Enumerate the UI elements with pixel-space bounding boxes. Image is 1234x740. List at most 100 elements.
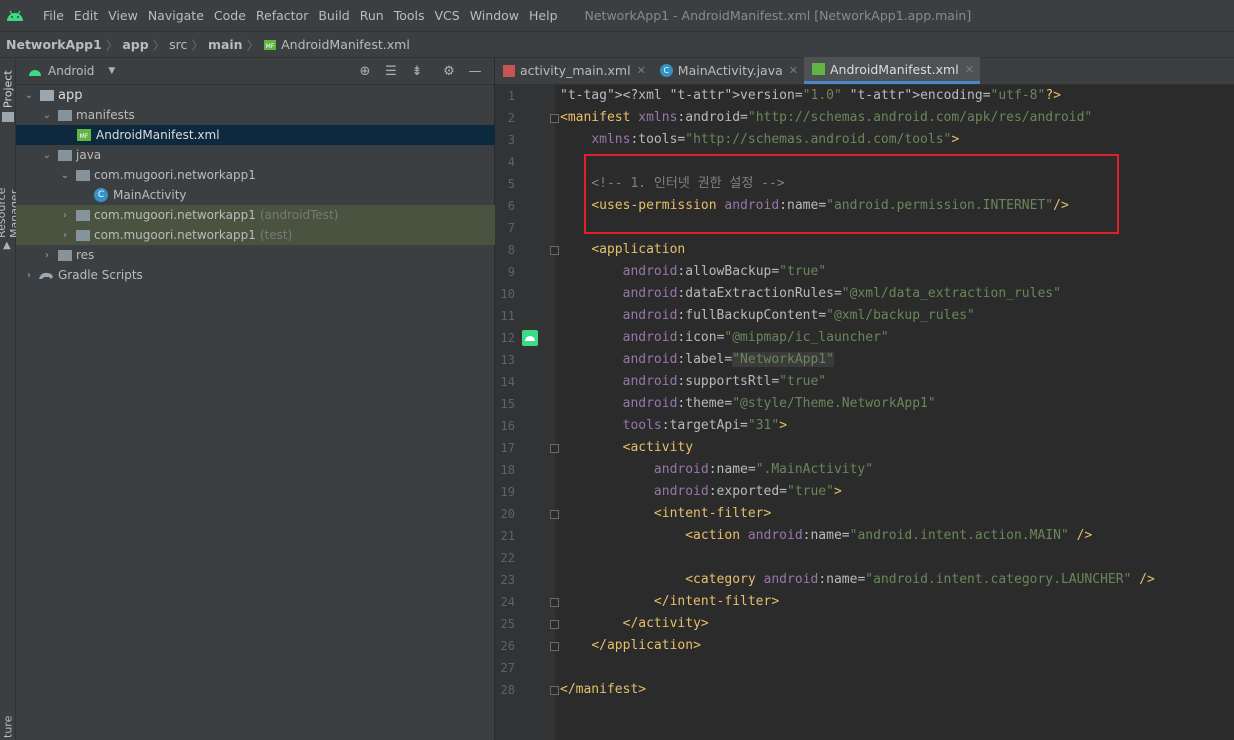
line-number: 3 <box>507 133 515 147</box>
tree-item-res[interactable]: › res <box>16 245 495 265</box>
line-number: 9 <box>507 265 515 279</box>
chevron-down-icon[interactable]: ⌄ <box>40 110 54 121</box>
structure-tool-tab[interactable]: ture <box>0 714 16 740</box>
code-line[interactable]: "t-tag"><?xml "t-attr">version="1.0" "t-… <box>560 85 1061 107</box>
project-tool-tab[interactable]: Project <box>0 66 16 112</box>
code-line[interactable]: </application> <box>560 635 701 657</box>
breadcrumb-main[interactable]: main <box>208 37 243 52</box>
tab-mainactivity[interactable]: C MainActivity.java ✕ <box>652 57 804 84</box>
close-icon[interactable]: ✕ <box>965 63 974 76</box>
chevron-down-icon[interactable]: ▼ <box>108 66 115 76</box>
project-panel-header: Android ▼ ⊕ ☰ ⇟ ⚙ — <box>16 58 494 85</box>
tree-item-androidmanifest[interactable]: MF AndroidManifest.xml <box>16 125 495 145</box>
manifest-file-icon <box>811 63 825 75</box>
editor: activity_main.xml ✕ C MainActivity.java … <box>495 57 1234 740</box>
code-line[interactable]: android:allowBackup="true" <box>560 261 827 283</box>
menu-code[interactable]: Code <box>214 8 246 23</box>
folder-icon <box>58 109 72 121</box>
menu-help[interactable]: Help <box>529 8 558 23</box>
select-opened-file-icon[interactable]: ⊕ <box>352 64 378 79</box>
code-line[interactable]: <category android:name="android.intent.c… <box>560 569 1155 591</box>
code-line[interactable]: </manifest> <box>560 679 646 701</box>
breadcrumb-separator: 〉 <box>191 38 204 53</box>
menu-file[interactable]: File <box>43 8 64 23</box>
menu-navigate[interactable]: Navigate <box>148 8 204 23</box>
menu-vcs[interactable]: VCS <box>435 8 460 23</box>
line-number: 10 <box>500 287 515 301</box>
menu-build[interactable]: Build <box>318 8 349 23</box>
hide-icon[interactable]: — <box>462 64 488 79</box>
chevron-right-icon[interactable]: › <box>58 210 72 221</box>
project-panel: Android ▼ ⊕ ☰ ⇟ ⚙ — ⌄ app ⌄ manifests MF… <box>16 58 495 740</box>
tree-item-package-test[interactable]: › com.mugoori.networkapp1 (test) <box>16 225 495 245</box>
code-line[interactable]: android:supportsRtl="true" <box>560 371 827 393</box>
line-number: 12 <box>500 331 515 345</box>
tree-item-suffix: (test) <box>259 228 293 242</box>
breadcrumb-file[interactable]: AndroidManifest.xml <box>281 37 410 52</box>
collapse-all-icon[interactable]: ⇟ <box>404 64 430 79</box>
tree-item-label: com.mugoori.networkapp1 <box>94 228 256 242</box>
code-line[interactable]: </activity> <box>560 613 709 635</box>
chevron-right-icon[interactable]: › <box>58 230 72 241</box>
expand-all-icon[interactable]: ☰ <box>378 64 404 79</box>
menu-run[interactable]: Run <box>360 8 384 23</box>
chevron-down-icon[interactable]: ⌄ <box>40 150 54 161</box>
menu-refactor[interactable]: Refactor <box>256 8 308 23</box>
code-line[interactable]: <application <box>560 239 685 261</box>
android-studio-logo-icon <box>2 0 28 31</box>
tree-item-manifests[interactable]: ⌄ manifests <box>16 105 495 125</box>
tab-label: AndroidManifest.xml <box>829 61 959 77</box>
chevron-right-icon[interactable]: › <box>40 250 54 261</box>
menu-view[interactable]: View <box>108 8 138 23</box>
code-line[interactable]: android:icon="@mipmap/ic_launcher" <box>560 327 889 349</box>
code-line[interactable]: <manifest xmlns:android="http://schemas.… <box>560 107 1092 129</box>
line-number: 22 <box>500 551 515 565</box>
chevron-down-icon[interactable]: ⌄ <box>22 90 36 101</box>
tree-item-mainactivity[interactable]: C MainActivity <box>16 185 495 205</box>
menu-edit[interactable]: Edit <box>74 8 98 23</box>
tree-item-package[interactable]: ⌄ com.mugoori.networkapp1 <box>16 165 495 185</box>
code-line[interactable]: <action android:name="android.intent.act… <box>560 525 1092 547</box>
close-icon[interactable]: ✕ <box>789 64 798 77</box>
line-number: 23 <box>500 573 515 587</box>
package-icon <box>76 209 90 221</box>
tree-item-app[interactable]: ⌄ app <box>16 85 495 105</box>
svg-text:MF: MF <box>80 133 89 140</box>
code-line[interactable]: <activity <box>560 437 693 459</box>
line-number: 17 <box>500 441 515 455</box>
code-line[interactable]: android:label="NetworkApp1" <box>560 349 834 371</box>
breadcrumb-src[interactable]: src <box>169 37 187 52</box>
tree-item-gradle-scripts[interactable]: › Gradle Scripts <box>16 265 495 285</box>
code-line[interactable]: android:theme="@style/Theme.NetworkApp1" <box>560 393 936 415</box>
gear-icon[interactable]: ⚙ <box>436 64 462 79</box>
code-line[interactable]: android:name=".MainActivity" <box>560 459 873 481</box>
tab-label: activity_main.xml <box>520 63 631 78</box>
breadcrumb: NetworkApp1 〉 app 〉 src 〉 main 〉 MF Andr… <box>0 31 1234 58</box>
code-line[interactable]: android:fullBackupContent="@xml/backup_r… <box>560 305 975 327</box>
line-number: 6 <box>507 199 515 213</box>
resource-manager-tool-tab[interactable]: Resource Manager <box>0 138 21 238</box>
breadcrumb-app[interactable]: app <box>122 37 148 52</box>
menu-window[interactable]: Window <box>470 8 519 23</box>
line-number: 26 <box>500 639 515 653</box>
code-line[interactable]: </intent-filter> <box>560 591 779 613</box>
chevron-down-icon[interactable]: ⌄ <box>58 170 72 181</box>
android-launcher-gutter-icon[interactable] <box>522 330 538 346</box>
code-line[interactable]: <intent-filter> <box>560 503 771 525</box>
tree-item-label: app <box>58 87 83 103</box>
close-icon[interactable]: ✕ <box>637 64 646 77</box>
code-line[interactable]: tools:targetApi="31"> <box>560 415 787 437</box>
chevron-right-icon[interactable]: › <box>22 270 36 281</box>
tree-item-suffix: (androidTest) <box>259 208 339 222</box>
code-line[interactable]: xmlns:tools="http://schemas.android.com/… <box>560 129 959 151</box>
tab-activity-main[interactable]: activity_main.xml ✕ <box>495 57 652 84</box>
tab-androidmanifest[interactable]: AndroidManifest.xml ✕ <box>803 57 980 84</box>
menu-tools[interactable]: Tools <box>394 8 425 23</box>
code-line[interactable]: android:exported="true"> <box>560 481 842 503</box>
tree-item-package-androidtest[interactable]: › com.mugoori.networkapp1 (androidTest) <box>16 205 495 225</box>
breadcrumb-project[interactable]: NetworkApp1 <box>6 37 102 52</box>
tree-item-java[interactable]: ⌄ java <box>16 145 495 165</box>
line-number: 8 <box>507 243 515 257</box>
code-line[interactable]: android:dataExtractionRules="@xml/data_e… <box>560 283 1061 305</box>
project-view-selector[interactable]: Android <box>48 64 94 78</box>
